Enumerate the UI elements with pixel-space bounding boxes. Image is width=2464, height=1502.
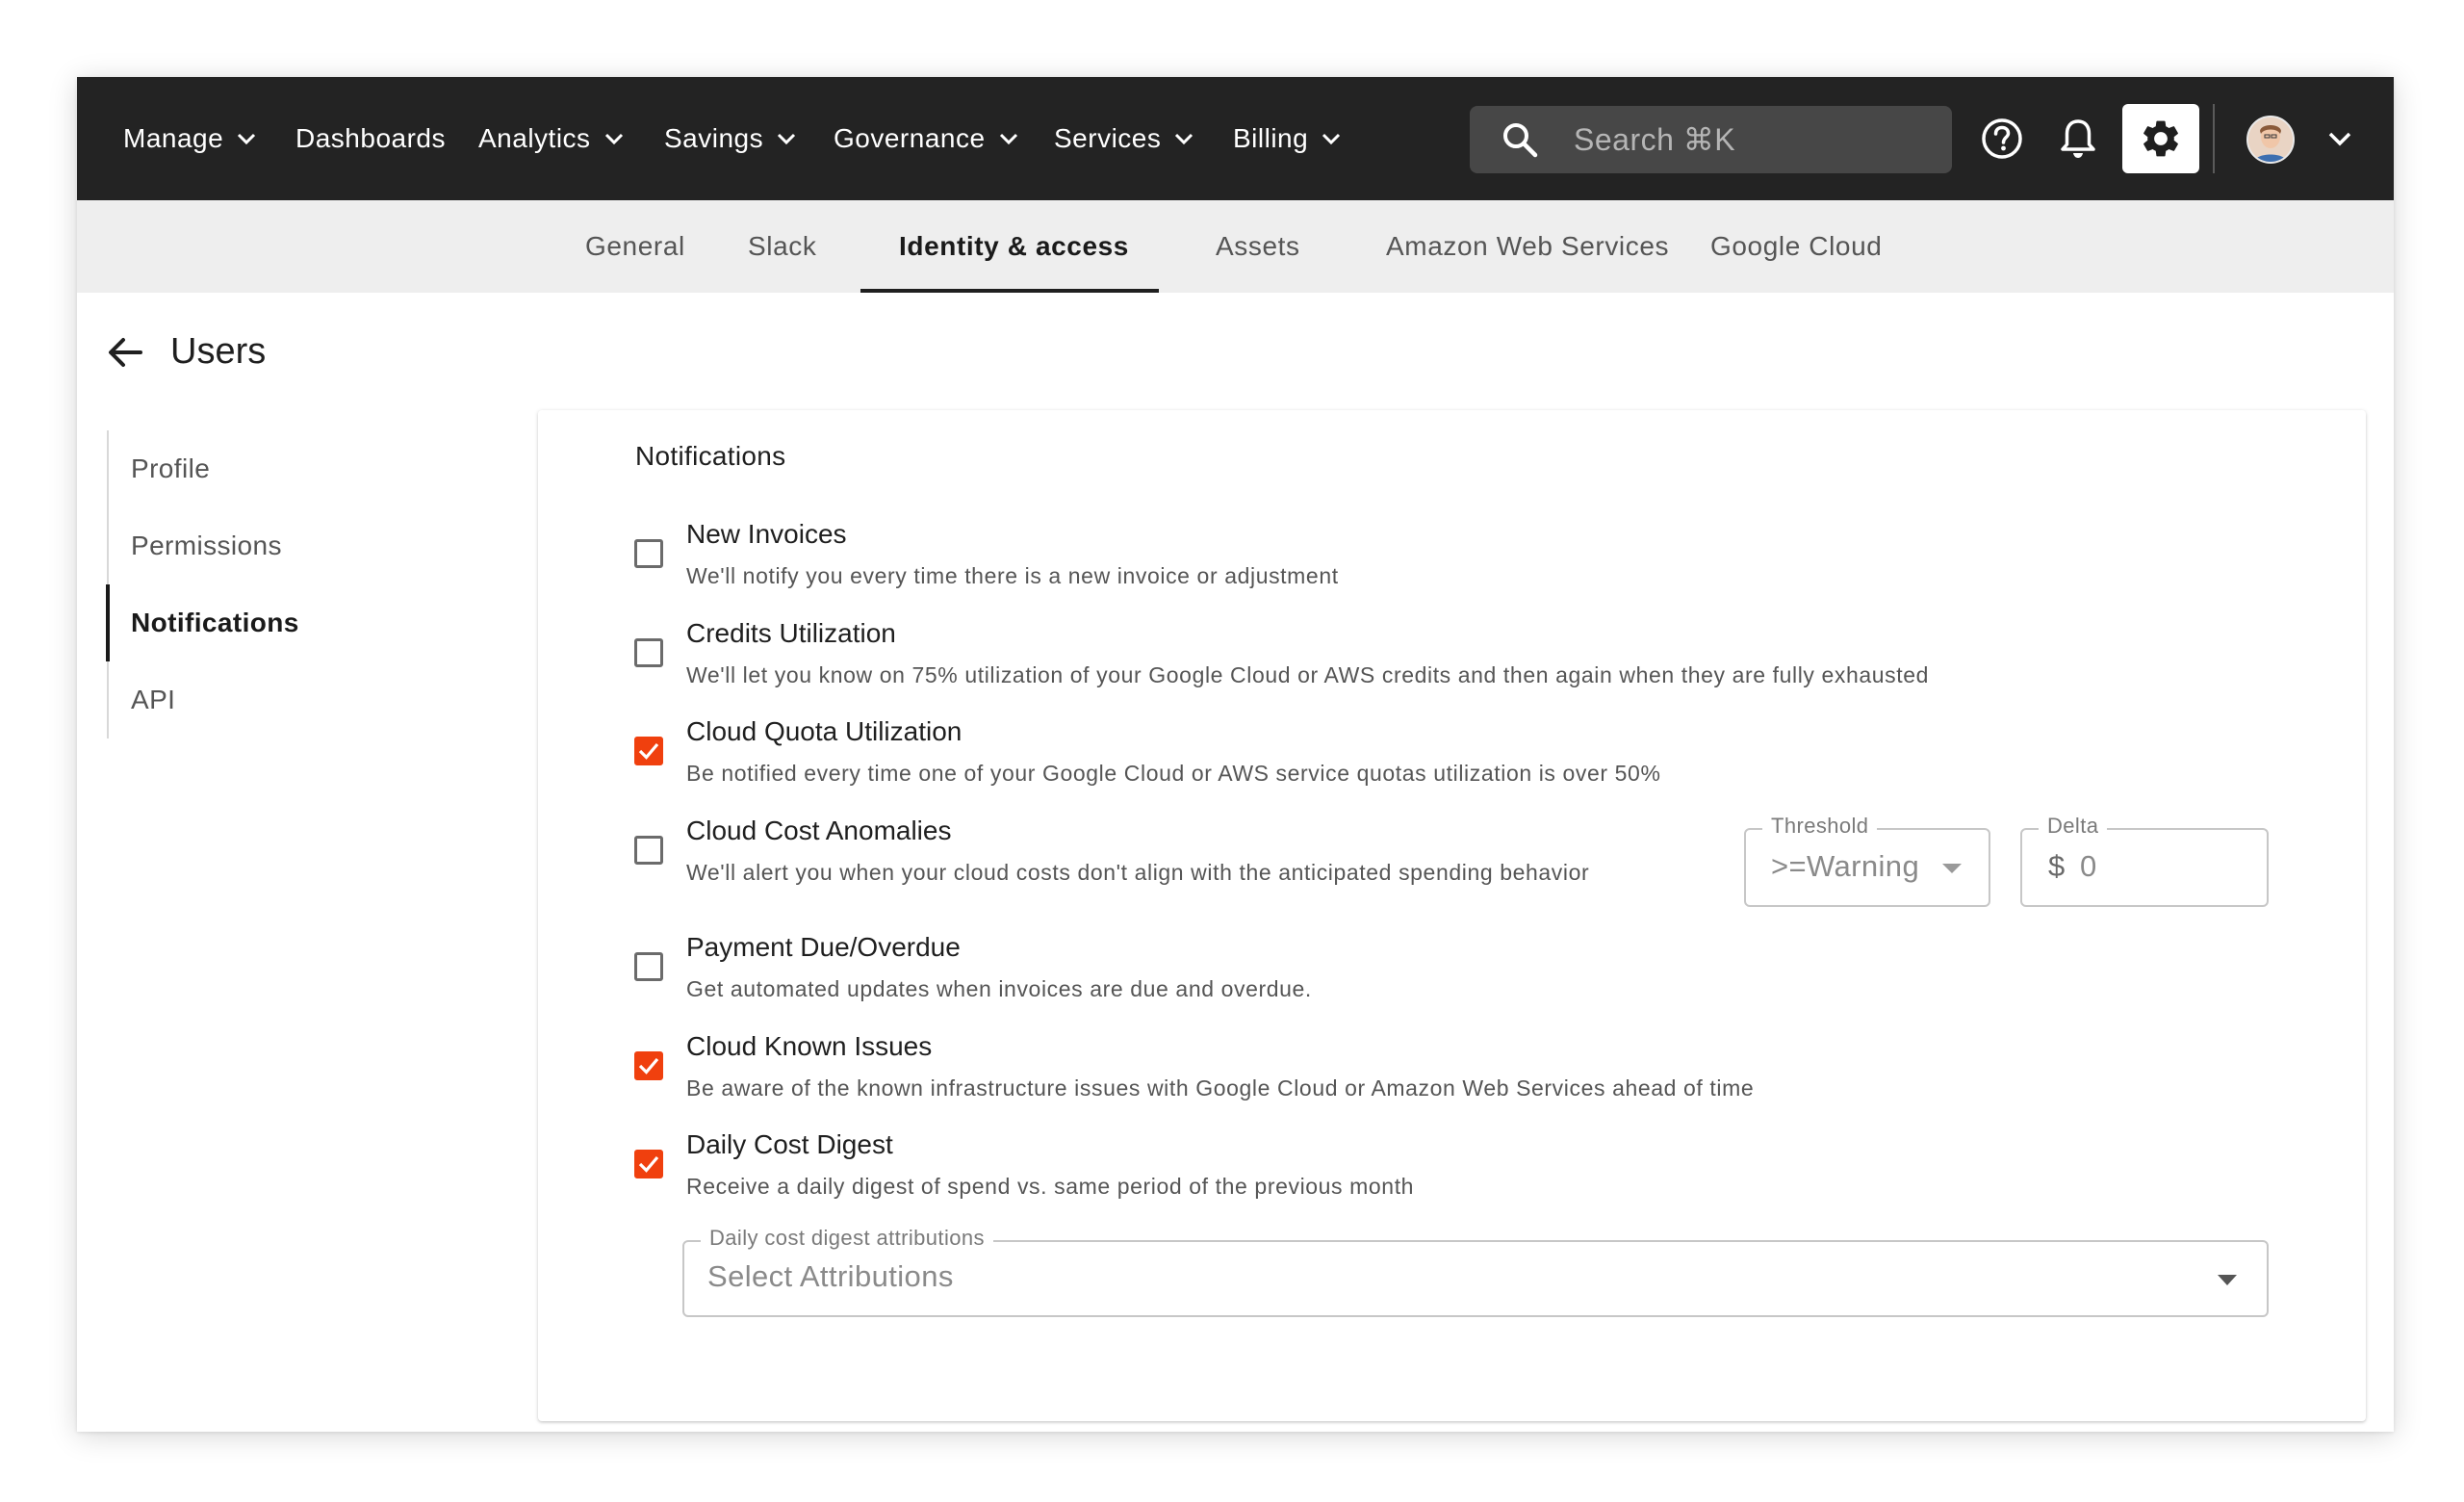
search-icon <box>1503 123 1538 158</box>
settings-button[interactable] <box>2122 104 2199 173</box>
top-navigation: Manage Dashboards Analytics Savings Gove… <box>77 77 2394 200</box>
delta-input[interactable]: Delta $ 0 <box>2020 814 2269 907</box>
card-title: Notifications <box>635 441 786 471</box>
users-side-menu: Profile Permissions Notifications API <box>106 430 357 738</box>
chevron-down-icon[interactable] <box>2327 131 2352 146</box>
delta-label: Delta <box>2039 814 2108 839</box>
threshold-label: Threshold <box>1762 814 1878 839</box>
nav-billing[interactable]: Billing <box>1233 77 1341 200</box>
new-invoices-checkbox[interactable] <box>634 539 663 568</box>
threshold-select[interactable]: Threshold >=Warning <box>1744 814 1990 907</box>
delta-currency: $ <box>2048 849 2066 883</box>
sidebar-item-notifications[interactable]: Notifications <box>106 584 337 661</box>
option-title: Daily Cost Digest <box>686 1129 893 1159</box>
cloud-quota-utilization-checkbox[interactable] <box>634 737 663 765</box>
tab-slack[interactable]: Slack <box>748 200 816 293</box>
nav-governance[interactable]: Governance <box>834 77 1018 200</box>
nav-services[interactable]: Services <box>1054 77 1194 200</box>
option-description: Be aware of the known infrastructure iss… <box>686 1075 1755 1101</box>
attributions-label: Daily cost digest attributions <box>701 1226 993 1251</box>
notifications-button[interactable] <box>2054 115 2102 163</box>
chevron-down-icon <box>778 133 796 144</box>
option-payment-due: Payment Due/Overdue Get automated update… <box>538 932 2366 1019</box>
option-title: Credits Utilization <box>686 618 896 648</box>
attributions-placeholder: Select Attributions <box>707 1259 954 1293</box>
chevron-down-icon <box>1175 133 1194 144</box>
tab-assets[interactable]: Assets <box>1216 200 1300 293</box>
active-tab-indicator <box>860 289 1159 293</box>
daily-cost-digest-checkbox[interactable] <box>634 1150 663 1178</box>
option-description: We'll notify you every time there is a n… <box>686 563 1339 588</box>
sidebar-item-api[interactable]: API <box>109 661 340 738</box>
nav-billing-label: Billing <box>1233 123 1309 153</box>
search-input[interactable]: Search ⌘K <box>1470 106 1952 173</box>
option-title: New Invoices <box>686 519 847 549</box>
user-photo <box>2248 117 2293 162</box>
option-credits-utilization: Credits Utilization We'll let you know o… <box>538 618 2366 705</box>
nav-savings[interactable]: Savings <box>664 77 796 200</box>
option-description: Be notified every time one of your Googl… <box>686 761 1661 786</box>
tab-general[interactable]: General <box>585 200 685 293</box>
option-daily-cost-digest: Daily Cost Digest Receive a daily digest… <box>538 1129 2366 1216</box>
check-icon <box>638 1057 659 1075</box>
sidebar-item-permissions[interactable]: Permissions <box>109 507 340 584</box>
option-title: Payment Due/Overdue <box>686 932 961 962</box>
nav-analytics[interactable]: Analytics <box>478 77 624 200</box>
option-new-invoices: New Invoices We'll notify you every time… <box>538 519 2366 606</box>
search-placeholder: Search ⌘K <box>1574 122 1736 157</box>
chevron-down-icon <box>999 133 1017 144</box>
help-icon <box>1982 118 2022 159</box>
option-title: Cloud Known Issues <box>686 1031 933 1061</box>
avatar[interactable] <box>2246 116 2295 164</box>
option-cloud-quota-utilization: Cloud Quota Utilization Be notified ever… <box>538 716 2366 803</box>
check-icon <box>638 1155 659 1173</box>
chevron-down-icon <box>238 133 256 144</box>
sidebar-item-profile[interactable]: Profile <box>109 430 340 507</box>
nav-dashboards[interactable]: Dashboards <box>295 77 446 200</box>
chevron-down-icon <box>604 133 623 144</box>
back-arrow-icon[interactable] <box>106 335 144 370</box>
delta-value: 0 <box>2080 849 2097 883</box>
chevron-down-icon <box>1322 133 1341 144</box>
cloud-cost-anomalies-checkbox[interactable] <box>634 836 663 865</box>
tab-identity-access[interactable]: Identity & access <box>899 200 1129 293</box>
threshold-value: >=Warning <box>1771 849 1920 883</box>
option-description: We'll alert you when your cloud costs do… <box>686 860 1590 885</box>
nav-services-label: Services <box>1054 123 1162 153</box>
option-title: Cloud Cost Anomalies <box>686 816 952 845</box>
option-description: Get automated updates when invoices are … <box>686 976 1312 1001</box>
help-button[interactable] <box>1978 115 2026 163</box>
nav-dashboards-label: Dashboards <box>295 123 446 153</box>
option-title: Cloud Quota Utilization <box>686 716 962 746</box>
option-description: We'll let you know on 75% utilization of… <box>686 662 1930 687</box>
nav-divider <box>2213 104 2215 173</box>
page-title: Users <box>170 331 267 372</box>
option-cloud-known-issues: Cloud Known Issues Be aware of the known… <box>538 1031 2366 1118</box>
gear-icon <box>2143 120 2178 157</box>
nav-governance-label: Governance <box>834 123 986 153</box>
dropdown-caret-icon <box>1942 864 1962 873</box>
tab-amazon-web-services[interactable]: Amazon Web Services <box>1386 200 1669 293</box>
nav-manage[interactable]: Manage <box>123 77 256 200</box>
notifications-card: Notifications New Invoices We'll notify … <box>538 410 2366 1421</box>
credits-utilization-checkbox[interactable] <box>634 638 663 667</box>
cloud-known-issues-checkbox[interactable] <box>634 1051 663 1080</box>
check-icon <box>638 742 659 760</box>
app-frame: Manage Dashboards Analytics Savings Gove… <box>77 77 2394 1432</box>
settings-tabs: General Slack Identity & access Assets A… <box>77 200 2394 293</box>
nav-savings-label: Savings <box>664 123 764 153</box>
tab-google-cloud[interactable]: Google Cloud <box>1710 200 1882 293</box>
nav-manage-label: Manage <box>123 123 224 153</box>
bell-icon <box>2061 119 2095 158</box>
payment-due-checkbox[interactable] <box>634 952 663 981</box>
dropdown-caret-icon <box>2218 1275 2237 1285</box>
nav-analytics-label: Analytics <box>478 123 591 153</box>
attributions-select[interactable]: Daily cost digest attributions Select At… <box>682 1226 2269 1317</box>
option-description: Receive a daily digest of spend vs. same… <box>686 1174 1415 1199</box>
